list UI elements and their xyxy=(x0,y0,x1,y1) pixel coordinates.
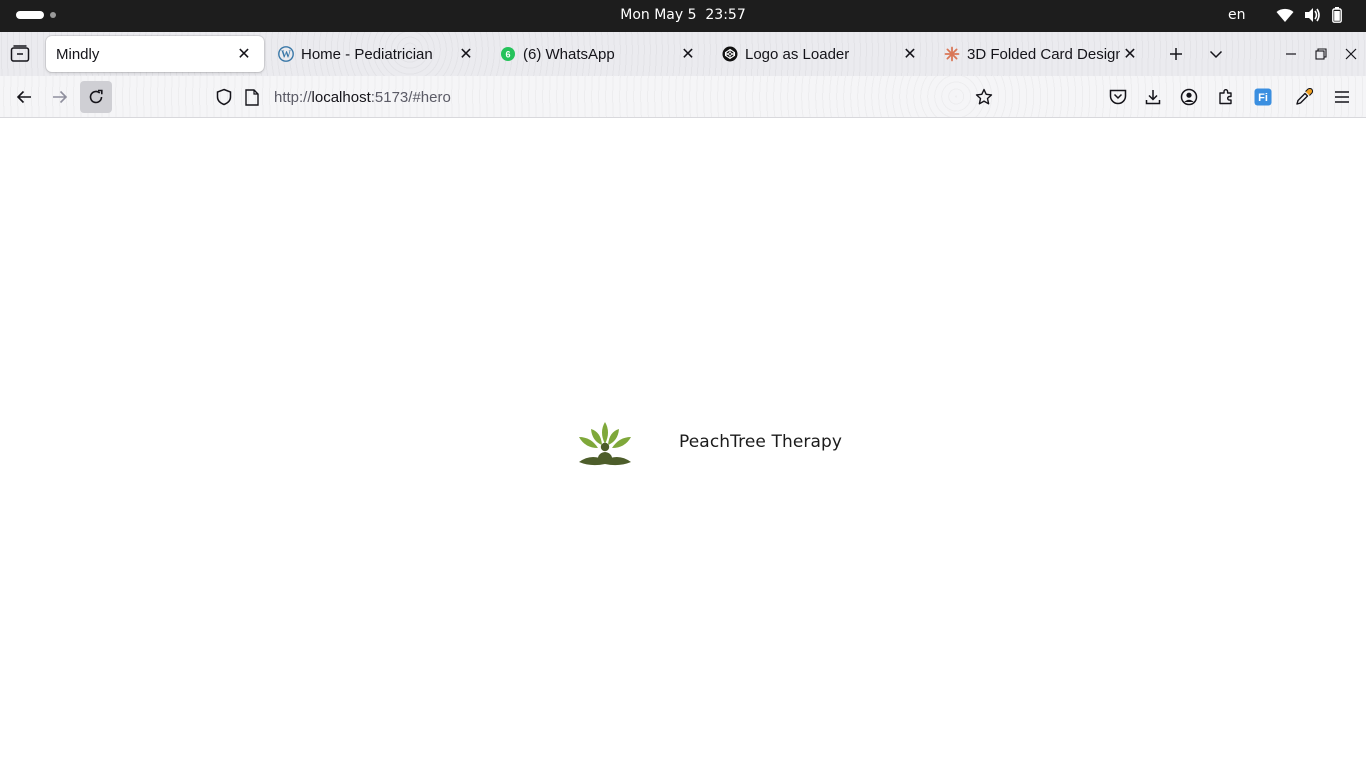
new-tab-button[interactable] xyxy=(1166,44,1186,64)
wordpress-icon: W xyxy=(278,46,294,62)
minimize-button[interactable] xyxy=(1281,44,1301,64)
color-picker-button[interactable] xyxy=(1292,85,1316,109)
url-bar[interactable]: http://localhost:5173/#hero xyxy=(214,80,1006,114)
whatsapp-badge: 6 xyxy=(505,50,510,60)
reload-icon xyxy=(89,89,103,104)
url-text[interactable]: http://localhost:5173/#hero xyxy=(274,89,451,106)
tab-title: 3D Folded Card Design in xyxy=(967,45,1120,63)
bookmark-star-icon[interactable] xyxy=(974,87,994,107)
hamburger-menu-icon xyxy=(1335,91,1349,103)
page-content: PeachTree Therapy xyxy=(0,118,1366,768)
tab-mindly[interactable]: Mindly ✕ xyxy=(46,36,264,72)
tab-whatsapp[interactable]: 6 (6) WhatsApp ✕ xyxy=(490,36,708,72)
reload-button[interactable] xyxy=(80,81,112,113)
pocket-button[interactable] xyxy=(1106,85,1130,109)
arrow-right-icon xyxy=(53,90,68,104)
restore-button[interactable] xyxy=(1311,44,1331,64)
system-tray[interactable] xyxy=(1276,7,1342,23)
tab-logo-loader[interactable]: Logo as Loader ✕ xyxy=(712,36,930,72)
back-button[interactable] xyxy=(8,81,40,113)
codepen-icon xyxy=(722,46,738,62)
volume-icon xyxy=(1304,7,1322,23)
close-icon xyxy=(1345,48,1357,60)
tab-pediatrician[interactable]: W Home - Pediatrician ✕ xyxy=(268,36,486,72)
whatsapp-icon: 6 xyxy=(500,46,516,62)
tracking-protection-shield-icon[interactable] xyxy=(214,87,234,107)
firefox-view-button[interactable] xyxy=(10,45,30,63)
extension-fi-button[interactable]: Fi xyxy=(1251,85,1275,109)
tab-title: Logo as Loader xyxy=(745,45,850,63)
svg-text:W: W xyxy=(281,50,291,61)
download-icon xyxy=(1145,90,1161,105)
firefox-view-icon xyxy=(10,45,30,62)
app-menu-button[interactable] xyxy=(1330,85,1354,109)
keyboard-language[interactable]: en xyxy=(1228,7,1246,23)
eyedropper-icon xyxy=(1296,88,1313,105)
battery-icon xyxy=(1332,7,1342,23)
tab-close-icon[interactable]: ✕ xyxy=(234,44,254,64)
arrow-left-icon xyxy=(16,90,31,104)
brand-name[interactable]: PeachTree Therapy xyxy=(679,432,842,452)
downloads-button[interactable] xyxy=(1141,85,1165,109)
tab-close-icon[interactable]: ✕ xyxy=(1120,44,1140,64)
tab-title: (6) WhatsApp xyxy=(523,45,615,63)
account-button[interactable] xyxy=(1177,85,1201,109)
wifi-icon xyxy=(1276,7,1294,23)
forward-button[interactable] xyxy=(44,81,76,113)
puzzle-icon xyxy=(1219,89,1232,105)
system-clock[interactable]: Mon May 5 23:57 xyxy=(0,7,1366,23)
extensions-button[interactable] xyxy=(1214,85,1238,109)
workspace-active-pill xyxy=(16,11,44,19)
lotus-meditation-logo[interactable] xyxy=(576,420,634,468)
account-icon xyxy=(1180,88,1198,106)
url-path: :5173/#hero xyxy=(370,88,451,106)
tab-title: Home - Pediatrician xyxy=(301,45,433,63)
url-scheme: http:// xyxy=(274,88,312,106)
tab-strip: Mindly ✕ W Home - Pediatrician ✕ 6 (6) W… xyxy=(0,32,1366,76)
close-window-button[interactable] xyxy=(1341,44,1361,64)
restore-icon xyxy=(1315,48,1327,60)
plus-icon xyxy=(1170,48,1182,60)
pocket-icon xyxy=(1109,89,1127,105)
claude-icon xyxy=(944,46,960,62)
chevron-down-icon xyxy=(1209,50,1223,59)
logo-icon xyxy=(579,422,631,466)
os-top-bar: Mon May 5 23:57 en xyxy=(0,0,1366,32)
navigation-toolbar: http://localhost:5173/#hero Fi xyxy=(0,76,1366,118)
tab-close-icon[interactable]: ✕ xyxy=(456,44,476,64)
tab-3d-folded-card[interactable]: 3D Folded Card Design in ✕ xyxy=(934,36,1150,72)
tab-close-icon[interactable]: ✕ xyxy=(678,44,698,64)
svg-text:Fi: Fi xyxy=(1258,92,1268,104)
workspace-dot xyxy=(50,12,56,18)
page-info-icon[interactable] xyxy=(242,87,262,107)
activities-indicator[interactable] xyxy=(16,11,56,19)
tab-title: Mindly xyxy=(56,45,100,63)
url-host: localhost xyxy=(311,88,371,106)
list-all-tabs-button[interactable] xyxy=(1206,44,1226,64)
minimize-icon xyxy=(1286,53,1296,55)
fi-extension-icon: Fi xyxy=(1254,88,1272,106)
tab-close-icon[interactable]: ✕ xyxy=(900,44,920,64)
